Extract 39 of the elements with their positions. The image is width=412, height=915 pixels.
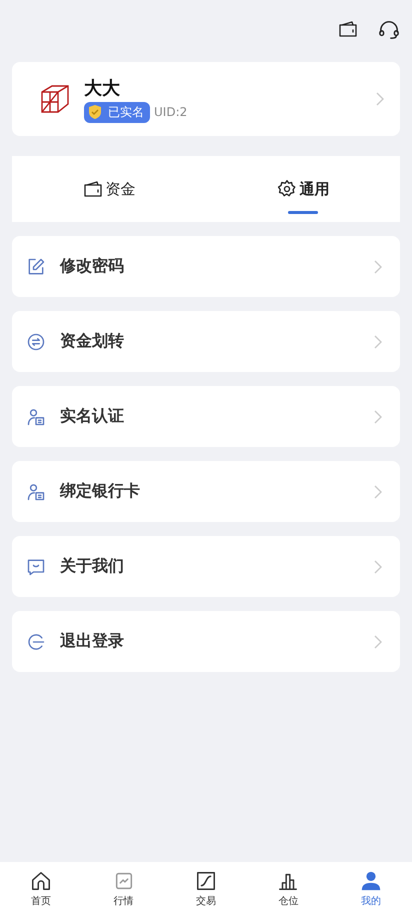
chevron-icon: [374, 410, 382, 424]
profile-card[interactable]: 大大 已实名 UID:2: [12, 62, 400, 136]
avatar-icon: [40, 84, 70, 114]
logout-icon: [26, 632, 46, 652]
chevron-icon: [376, 92, 384, 106]
shield-icon: [88, 104, 102, 120]
id-card-icon: [26, 406, 46, 426]
chevron-icon: [374, 484, 382, 498]
tab[interactable]: 通用: [206, 156, 400, 222]
nav-tab[interactable]: 交易: [164, 862, 248, 915]
nav-tab[interactable]: 我的: [330, 862, 412, 915]
trade-chart-icon: [195, 870, 218, 892]
chevron-icon: [374, 634, 382, 648]
wallet-icon: [338, 20, 358, 38]
home-icon: [30, 870, 52, 892]
wallet-icon: [82, 180, 102, 198]
tab[interactable]: 资金: [12, 156, 206, 222]
nav-tab[interactable]: 仓位: [247, 862, 330, 915]
menu-item[interactable]: 资金划转: [12, 311, 400, 372]
user-id: UID:2: [154, 105, 188, 119]
user-icon: [360, 870, 382, 892]
user-name: 大大: [84, 76, 121, 100]
edit-icon: [26, 256, 46, 276]
transfer-icon: [26, 332, 46, 352]
chevron-icon: [374, 560, 382, 574]
nav-tab[interactable]: 行情: [82, 862, 165, 915]
id-card-icon: [26, 482, 46, 502]
settings-icon: [276, 179, 296, 199]
menu-item[interactable]: 退出登录: [12, 611, 400, 672]
headset-icon[interactable]: [378, 20, 400, 40]
verified-badge: 已实名: [84, 102, 150, 122]
nav-tab[interactable]: 首页: [0, 862, 82, 915]
menu-item[interactable]: 绑定银行卡: [12, 461, 400, 522]
menu-item[interactable]: 实名认证: [12, 386, 400, 447]
menu-item[interactable]: 关于我们: [12, 536, 400, 597]
chevron-icon: [374, 260, 382, 274]
menu-item[interactable]: 修改密码: [12, 236, 400, 297]
chevron-icon: [374, 334, 382, 348]
chat-icon: [26, 556, 46, 576]
